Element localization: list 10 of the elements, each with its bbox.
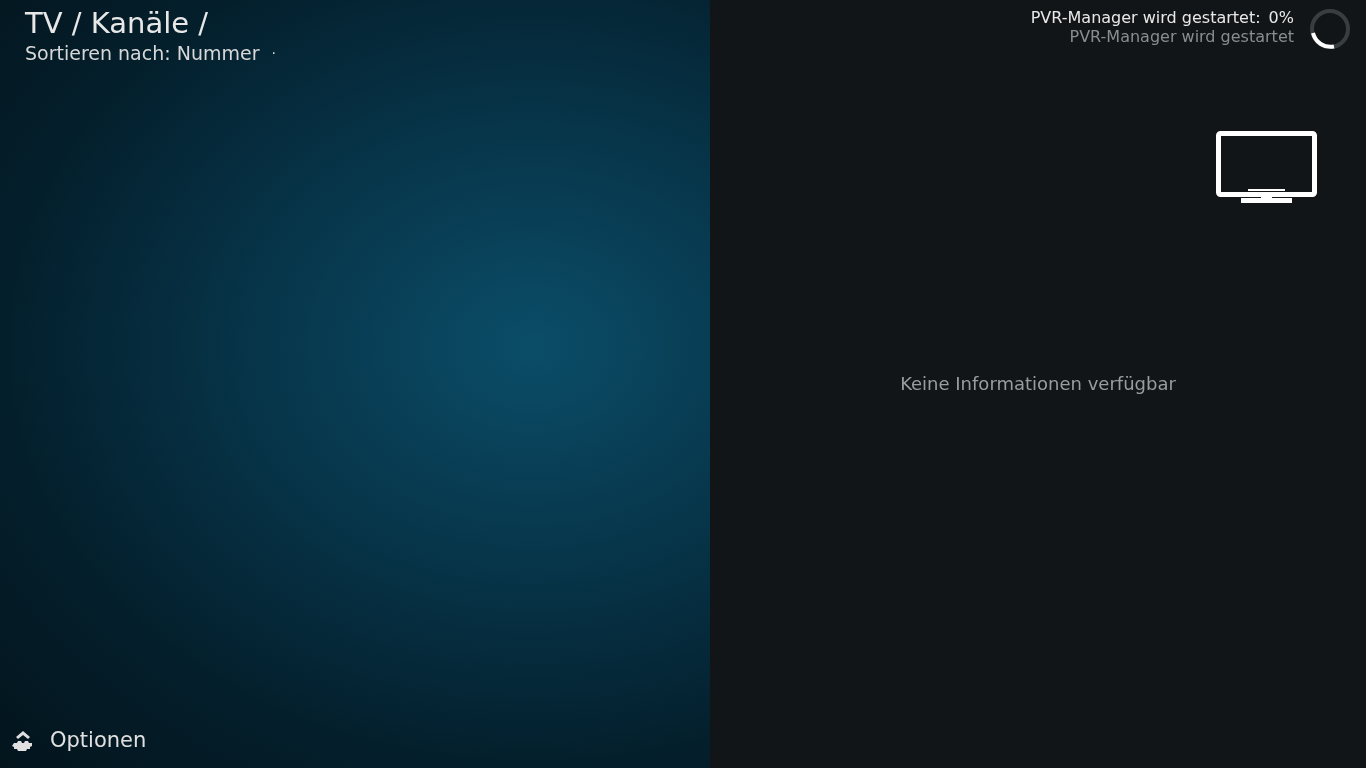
status-percent: 0% [1268, 8, 1294, 27]
status-subtitle: PVR-Manager wird gestartet [1069, 27, 1294, 46]
loading-spinner-icon [1309, 8, 1351, 50]
options-button[interactable]: Optionen [8, 722, 149, 758]
no-info-message: Keine Informationen verfügbar [900, 371, 1176, 396]
breadcrumb-title: TV / Kanäle / [25, 5, 210, 42]
tv-icon [1216, 131, 1317, 204]
status-title: PVR-Manager wird gestartet: [1030, 8, 1261, 27]
separator-dot: · [271, 43, 276, 63]
sort-label: Sortieren nach: Nummer [25, 42, 260, 64]
